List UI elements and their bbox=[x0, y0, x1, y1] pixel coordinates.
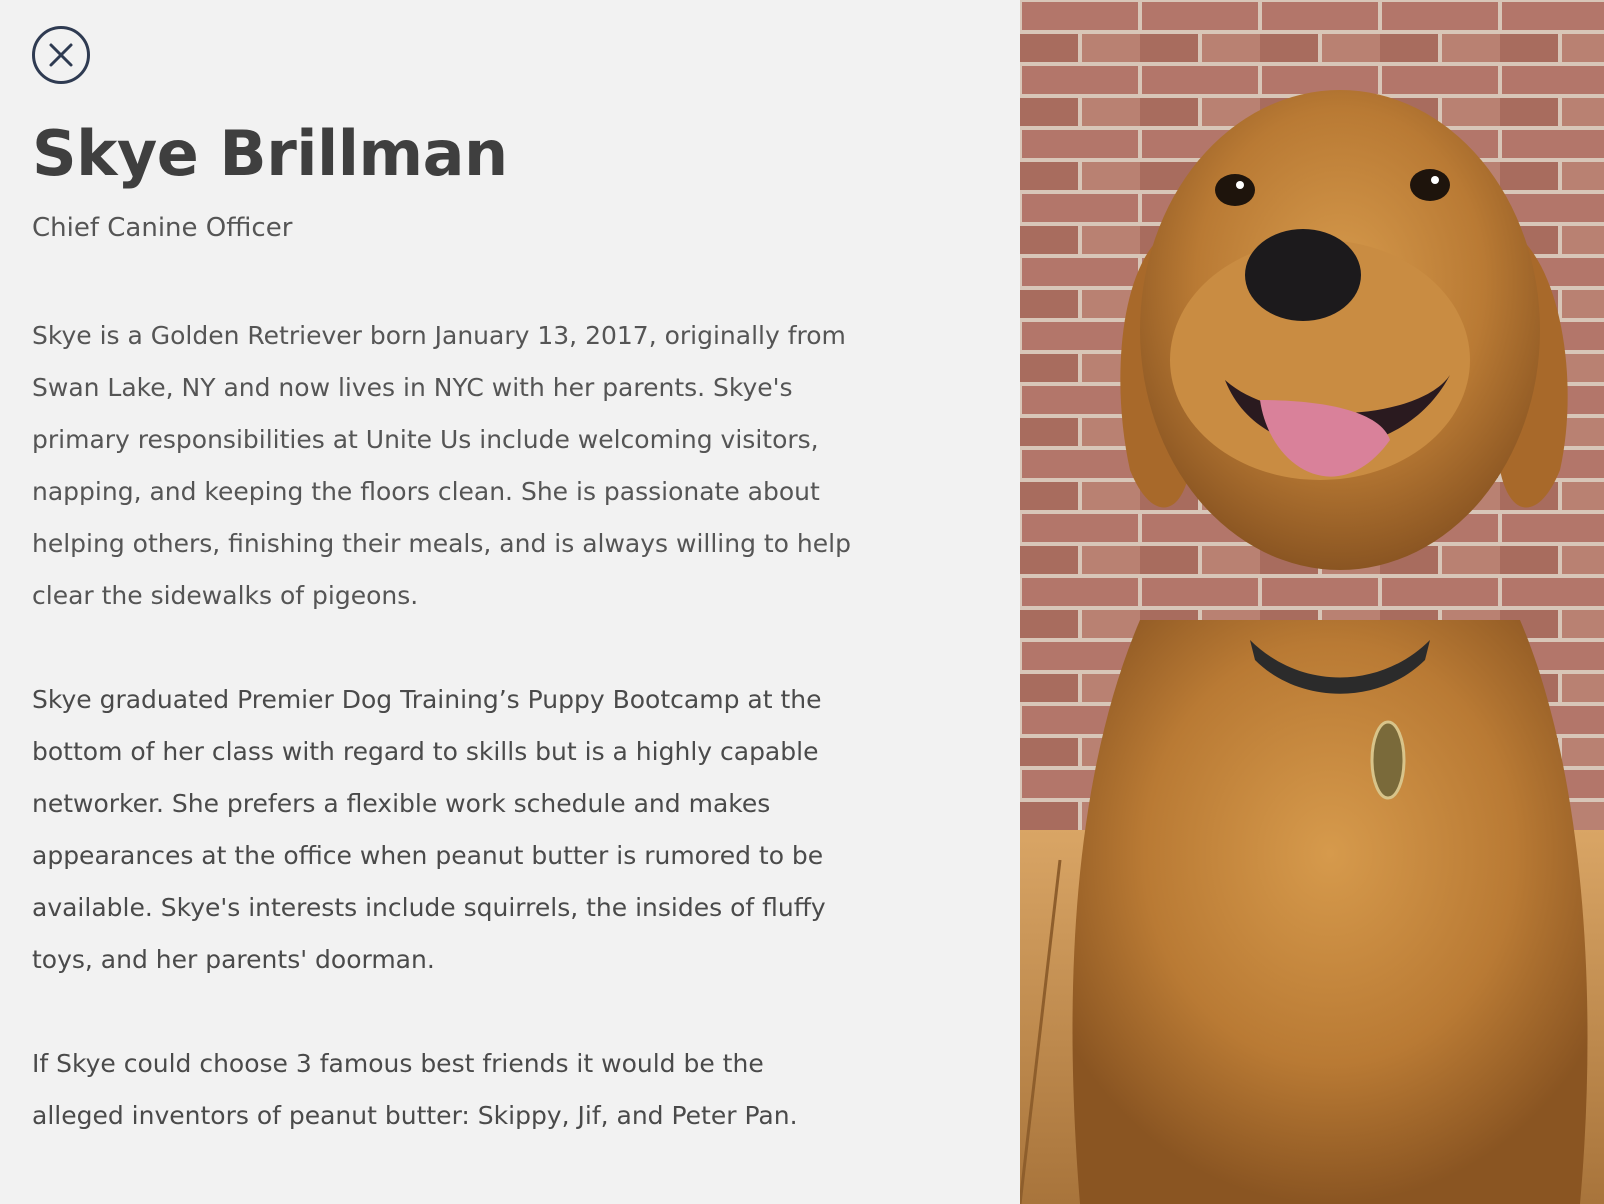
close-icon bbox=[49, 43, 73, 67]
dog-photo bbox=[1020, 0, 1604, 1204]
bio-paragraph: If Skye could choose 3 famous best frien… bbox=[32, 1049, 798, 1130]
profile-name: Skye Brillman bbox=[32, 117, 508, 190]
close-button[interactable] bbox=[32, 26, 90, 84]
profile-modal: Skye Brillman Chief Canine Officer Skye … bbox=[0, 0, 1604, 1204]
profile-bio: Skye is a Golden Retriever born January … bbox=[32, 310, 852, 1142]
dog-photo-image bbox=[1020, 0, 1604, 1204]
bio-paragraph: Skye is a Golden Retriever born January … bbox=[32, 321, 851, 610]
bio-paragraph: Skye graduated Premier Dog Training’s Pu… bbox=[32, 685, 826, 974]
profile-title: Chief Canine Officer bbox=[32, 213, 293, 243]
profile-details: Skye Brillman Chief Canine Officer Skye … bbox=[32, 110, 852, 1142]
